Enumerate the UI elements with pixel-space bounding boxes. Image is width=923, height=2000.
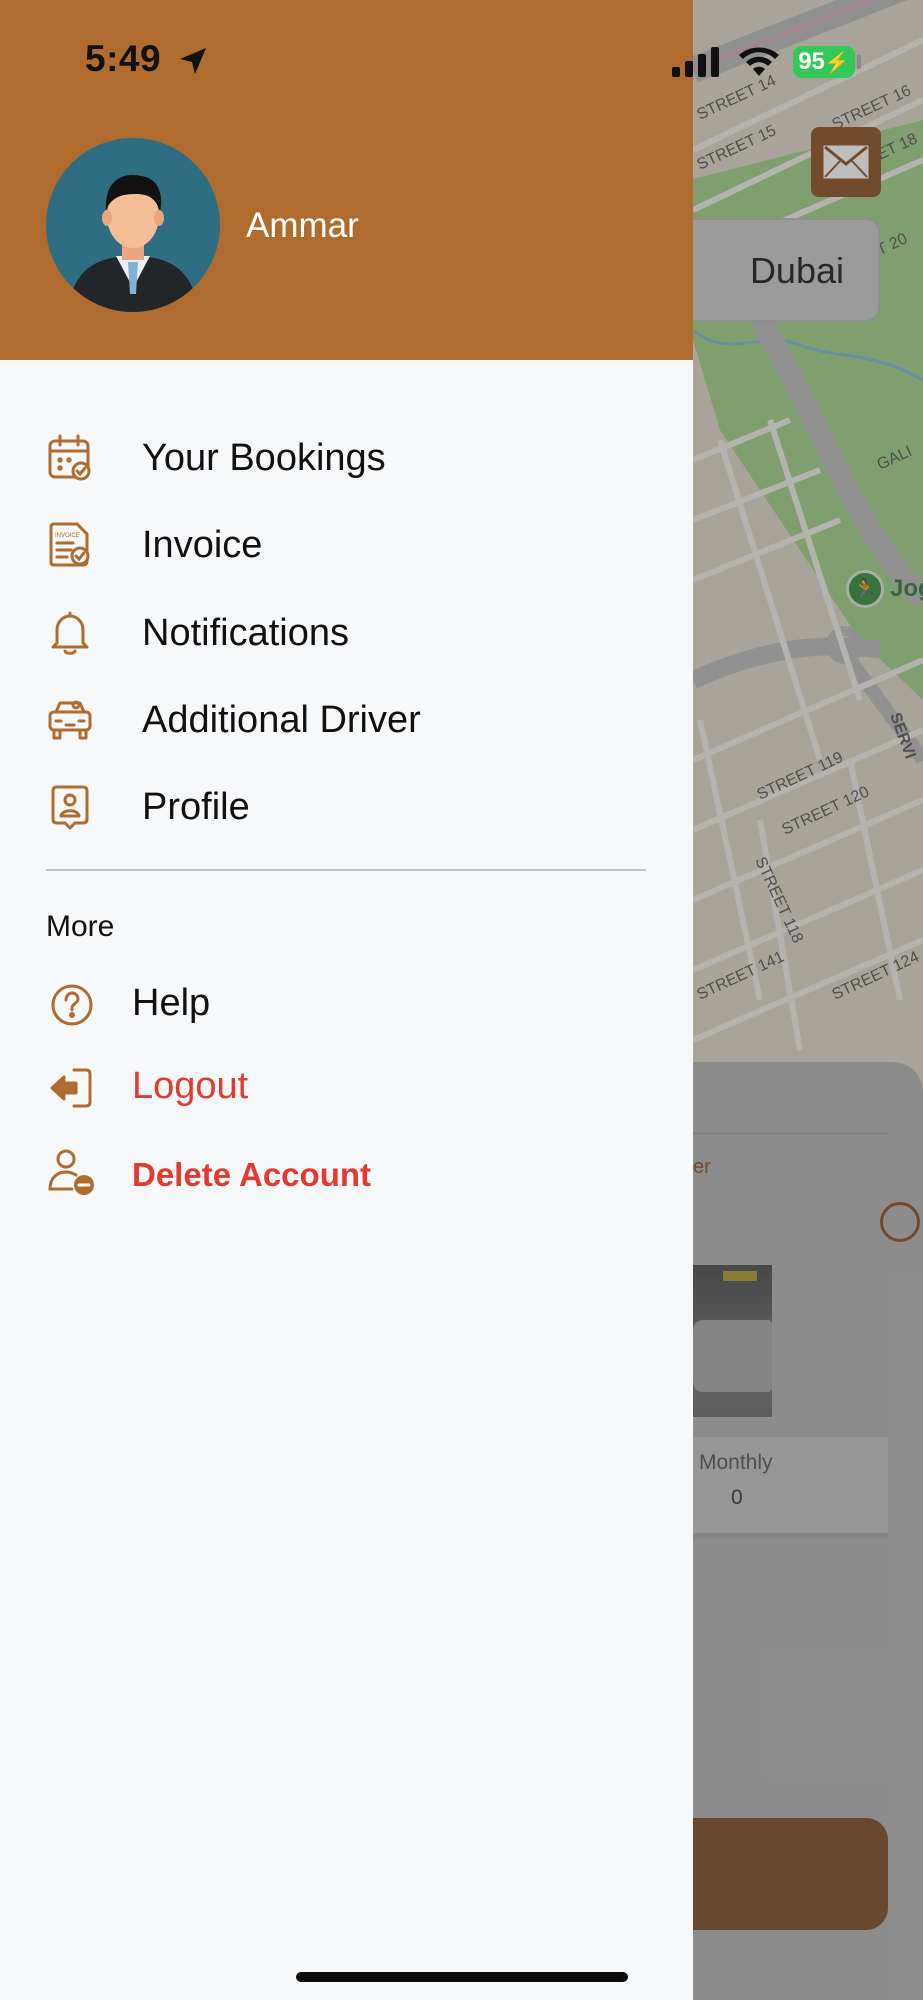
menu-item-logout[interactable]: Logout (0, 1055, 693, 1121)
menu-item-profile[interactable]: Profile (0, 769, 693, 845)
avatar[interactable] (46, 138, 220, 312)
wifi-icon (739, 47, 779, 76)
menu-label: Additional Driver (142, 698, 421, 741)
status-time: 5:49 (85, 38, 162, 79)
menu-label: Help (132, 982, 211, 1024)
svg-text:INVOICE: INVOICE (55, 533, 80, 539)
logout-icon (46, 1062, 98, 1114)
menu-item-additional-driver[interactable]: Additional Driver (0, 682, 693, 758)
menu-label: Logout (132, 1065, 249, 1107)
menu-label: Invoice (142, 523, 263, 566)
menu-item-your-bookings[interactable]: Your Bookings (0, 420, 693, 496)
menu-item-help[interactable]: Help (0, 972, 693, 1038)
menu-label: Delete Account (132, 1156, 371, 1193)
battery-charging-icon: 95 ⚡ (793, 46, 855, 78)
calendar-check-icon (46, 432, 94, 484)
more-section-title: More (46, 910, 115, 943)
menu-item-invoice[interactable]: INVOICE Invoice (0, 507, 693, 583)
menu-label: Your Bookings (142, 436, 386, 479)
bell-icon (46, 607, 94, 659)
battery-level: 95 (798, 48, 825, 75)
home-indicator (296, 1972, 628, 1982)
menu-label: Profile (142, 785, 250, 828)
help-circle-icon (46, 979, 98, 1031)
car-driver-icon (46, 694, 94, 746)
cellular-signal-icon (672, 47, 719, 77)
battery-tip (857, 55, 861, 69)
user-remove-icon (46, 1147, 98, 1199)
user-name: Ammar (246, 206, 359, 245)
menu-item-notifications[interactable]: Notifications (0, 595, 693, 671)
menu-divider (46, 869, 646, 871)
menu-label: Notifications (142, 611, 349, 654)
profile-badge-icon (46, 781, 94, 833)
person-avatar-icon (46, 138, 220, 312)
invoice-icon: INVOICE (46, 519, 94, 571)
menu-item-delete-account[interactable]: Delete Account (0, 1142, 693, 1208)
side-drawer: Ammar Your Bookings INVOICE Invoice Noti… (0, 0, 693, 2000)
location-arrow-icon (180, 48, 206, 74)
